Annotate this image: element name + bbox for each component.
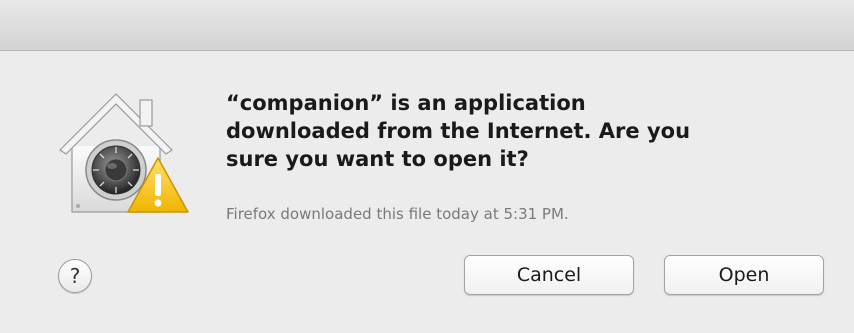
download-info-text: Firefox downloaded this file today at 5:… [226, 205, 569, 223]
gatekeeper-warning-icon [58, 88, 190, 218]
message-line-1: “companion” is an application [226, 91, 586, 115]
open-button[interactable]: Open [664, 255, 824, 295]
gatekeeper-dialog: “companion” is an application downloaded… [0, 0, 854, 333]
cancel-button[interactable]: Cancel [464, 255, 634, 295]
dialog-message: “companion” is an application downloaded… [226, 89, 816, 173]
help-button[interactable]: ? [58, 259, 92, 293]
message-line-3: sure you want to open it? [226, 147, 529, 171]
title-bar[interactable] [0, 0, 854, 51]
message-line-2: downloaded from the Internet. Are you [226, 119, 691, 143]
